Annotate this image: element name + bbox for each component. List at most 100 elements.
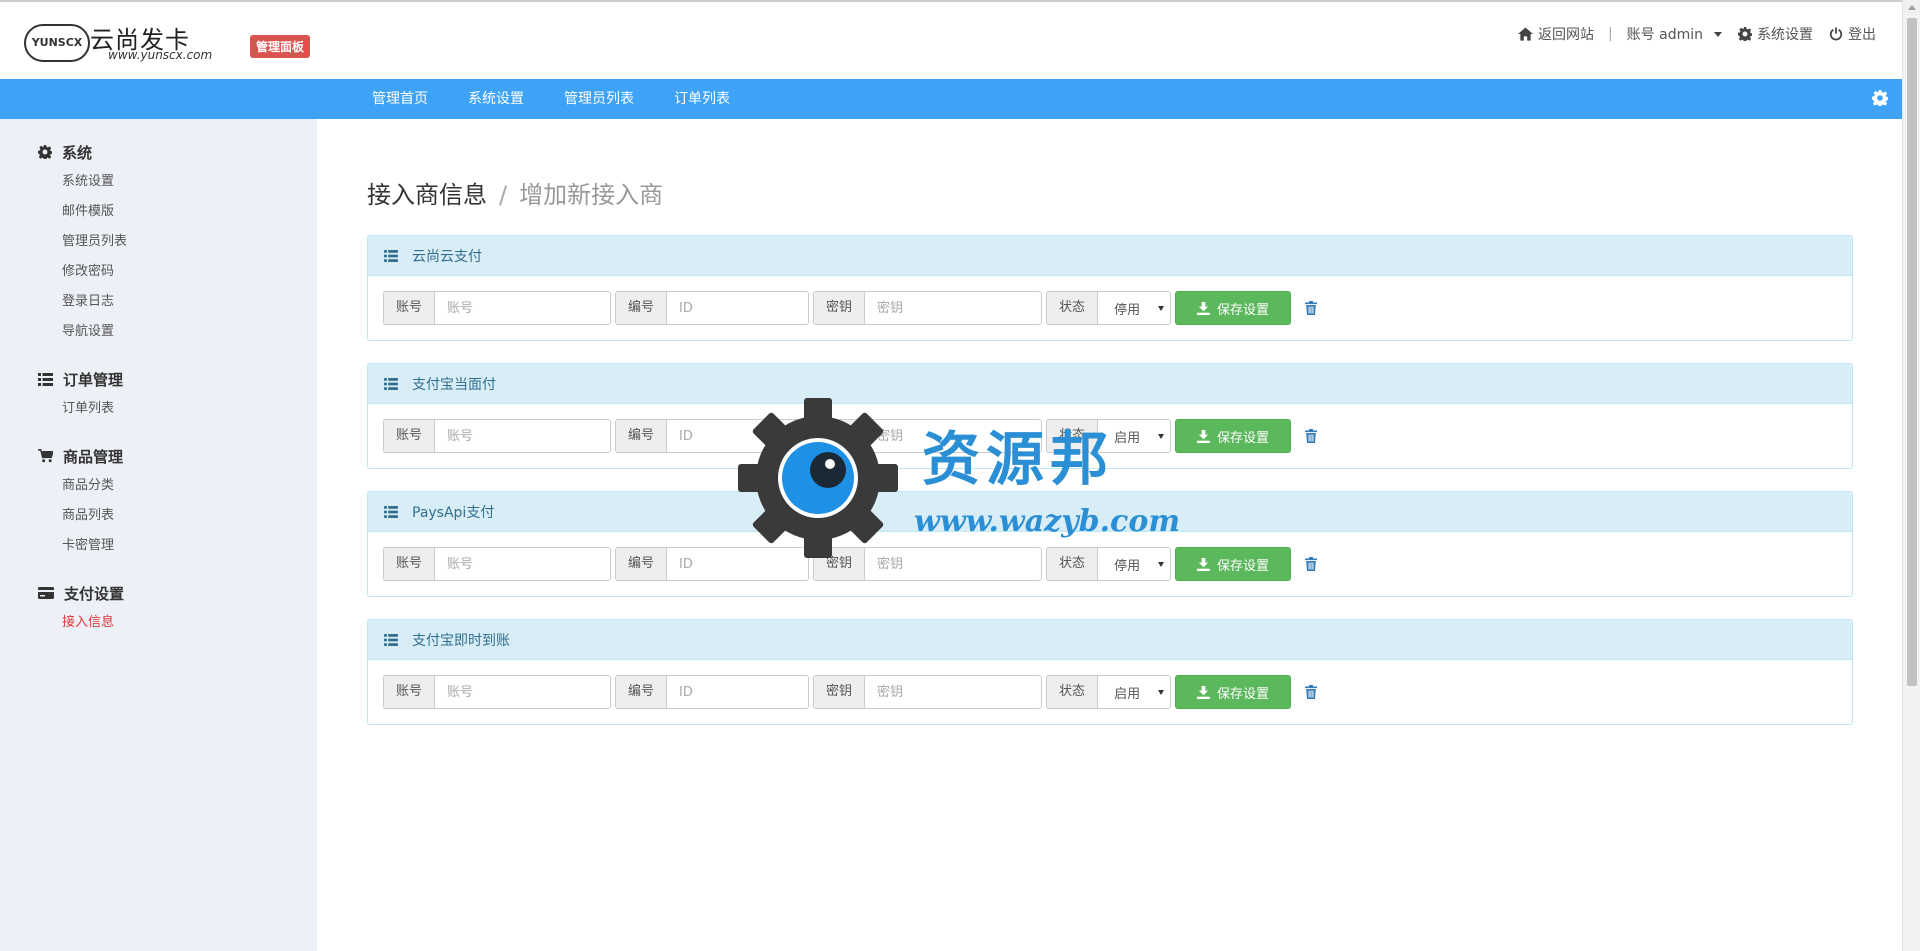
sidebar: 系统 系统设置 邮件模版 管理员列表 修改密码 登录日志 导航设置 订单管理 订… <box>0 119 317 951</box>
save-settings-button[interactable]: 保存设置 <box>1175 547 1292 581</box>
delete-button[interactable] <box>1305 429 1318 443</box>
delete-button[interactable] <box>1305 301 1318 315</box>
id-label: 编号 <box>615 547 667 581</box>
id-input[interactable] <box>666 547 810 581</box>
panel-title: 云尚云支付 <box>412 248 482 265</box>
sidebar-item-system-settings[interactable]: 系统设置 <box>62 167 317 197</box>
cart-icon <box>38 449 53 463</box>
status-select[interactable]: 停用 <box>1097 547 1172 581</box>
status-select[interactable]: 停用 <box>1097 291 1172 325</box>
account-label: 账号 <box>383 547 435 581</box>
scrollbar-thumb[interactable] <box>1907 18 1917 686</box>
sidebar-item-nav-settings[interactable]: 导航设置 <box>62 317 317 347</box>
nav-item-system-settings[interactable]: 系统设置 <box>448 79 544 119</box>
logout-link[interactable]: 登出 <box>1829 24 1876 44</box>
panel-title: PaysApi支付 <box>412 504 495 521</box>
page-title: 接入商信息 / 增加新接入商 <box>367 175 1853 213</box>
sidebar-item-card-key-management[interactable]: 卡密管理 <box>62 531 317 561</box>
key-input[interactable] <box>864 675 1043 709</box>
navbar-settings-button[interactable] <box>1872 90 1889 110</box>
id-input[interactable] <box>666 419 810 453</box>
provider-panel: 支付宝当面付 账号 编号 密钥 状态启用 保存设置 <box>367 363 1853 469</box>
sidebar-group-orders: 订单管理 订单列表 <box>38 364 317 424</box>
account-dropdown[interactable]: 账号 admin <box>1627 24 1722 44</box>
sidebar-group-products: 商品管理 商品分类 商品列表 卡密管理 <box>38 441 317 561</box>
page-scrollbar[interactable] <box>1902 0 1920 951</box>
sidebar-item-change-password[interactable]: 修改密码 <box>62 257 317 287</box>
sidebar-group-title: 商品管理 <box>38 441 317 471</box>
main-content: 接入商信息/增加新接入商 云尚云支付 账号 编号 密钥 状态停用 保存设置 支付… <box>367 119 1853 725</box>
top-header: YUNSCX 云尚发卡 www.yunscx.com 管理面板 返回网站 | 账… <box>0 0 1902 79</box>
list-icon <box>384 377 398 390</box>
id-input[interactable] <box>666 675 810 709</box>
list-icon <box>384 633 398 646</box>
panel-body: 账号 编号 密钥 状态停用 保存设置 <box>368 532 1852 596</box>
sidebar-item-product-list[interactable]: 商品列表 <box>62 501 317 531</box>
sidebar-item-order-list[interactable]: 订单列表 <box>62 394 317 424</box>
sidebar-item-email-template[interactable]: 邮件模版 <box>62 197 317 227</box>
panel-heading: PaysApi支付 <box>368 492 1852 532</box>
trash-icon <box>1305 301 1318 315</box>
nav-item-order-list[interactable]: 订单列表 <box>654 79 750 119</box>
key-input[interactable] <box>864 547 1043 581</box>
account-input[interactable] <box>434 547 612 581</box>
scroll-up-icon[interactable] <box>1908 5 1916 10</box>
delete-button[interactable] <box>1305 685 1318 699</box>
status-value: 停用 <box>1114 302 1141 318</box>
system-settings-link[interactable]: 系统设置 <box>1738 24 1813 44</box>
logo[interactable]: YUNSCX 云尚发卡 www.yunscx.com <box>24 20 214 64</box>
status-select[interactable]: 启用 <box>1097 675 1172 709</box>
back-to-site-link[interactable]: 返回网站 <box>1517 24 1594 44</box>
id-input[interactable] <box>666 291 810 325</box>
sidebar-item-admin-list[interactable]: 管理员列表 <box>62 227 317 257</box>
panel-body: 账号 编号 密钥 状态启用 保存设置 <box>368 660 1852 724</box>
key-input[interactable] <box>864 419 1043 453</box>
nav-item-admin-list[interactable]: 管理员列表 <box>544 79 654 119</box>
save-settings-button[interactable]: 保存设置 <box>1175 675 1292 709</box>
save-settings-button[interactable]: 保存设置 <box>1175 419 1292 453</box>
sidebar-group-title: 支付设置 <box>38 578 317 608</box>
account-label: 账号 admin <box>1626 27 1703 43</box>
key-label: 密钥 <box>813 419 865 453</box>
sidebar-item-login-log[interactable]: 登录日志 <box>62 287 317 317</box>
account-input[interactable] <box>434 675 612 709</box>
panel-heading: 支付宝当面付 <box>368 364 1852 404</box>
save-settings-button[interactable]: 保存设置 <box>1175 291 1292 325</box>
download-icon <box>1197 685 1211 699</box>
page-title-separator: / <box>499 181 508 209</box>
save-settings-label: 保存设置 <box>1217 430 1270 446</box>
key-input[interactable] <box>864 291 1043 325</box>
status-select[interactable]: 启用 <box>1097 419 1172 453</box>
logo-cloud-badge: YUNSCX <box>24 24 90 62</box>
trash-icon <box>1305 557 1318 571</box>
chevron-down-icon <box>1158 561 1165 567</box>
id-label: 编号 <box>615 291 667 325</box>
provider-panel: 支付宝即时到账 账号 编号 密钥 状态启用 保存设置 <box>367 619 1853 725</box>
credit-card-icon <box>38 587 54 599</box>
status-label: 状态 <box>1046 547 1098 581</box>
account-label: 账号 <box>383 419 435 453</box>
home-icon <box>1517 27 1533 41</box>
id-label: 编号 <box>615 675 667 709</box>
account-input[interactable] <box>434 419 612 453</box>
sidebar-item-access-info[interactable]: 接入信息 <box>62 608 317 638</box>
key-label: 密钥 <box>813 675 865 709</box>
nav-item-admin-home[interactable]: 管理首页 <box>352 79 448 119</box>
list-icon <box>384 505 398 518</box>
sidebar-group-title: 订单管理 <box>38 364 317 394</box>
status-label: 状态 <box>1046 419 1098 453</box>
system-settings-label: 系统设置 <box>1757 27 1813 43</box>
delete-button[interactable] <box>1305 557 1318 571</box>
power-icon <box>1829 27 1843 41</box>
save-settings-label: 保存设置 <box>1217 686 1270 702</box>
sidebar-item-product-category[interactable]: 商品分类 <box>62 471 317 501</box>
status-label: 状态 <box>1046 675 1098 709</box>
key-label: 密钥 <box>813 291 865 325</box>
panel-body: 账号 编号 密钥 状态停用 保存设置 <box>368 276 1852 340</box>
account-input[interactable] <box>434 291 612 325</box>
chevron-down-icon <box>1158 433 1165 439</box>
sidebar-group-label: 支付设置 <box>64 584 125 603</box>
download-icon <box>1197 557 1211 571</box>
main-navbar: 管理首页 系统设置 管理员列表 订单列表 <box>0 79 1902 119</box>
trash-icon <box>1305 685 1318 699</box>
